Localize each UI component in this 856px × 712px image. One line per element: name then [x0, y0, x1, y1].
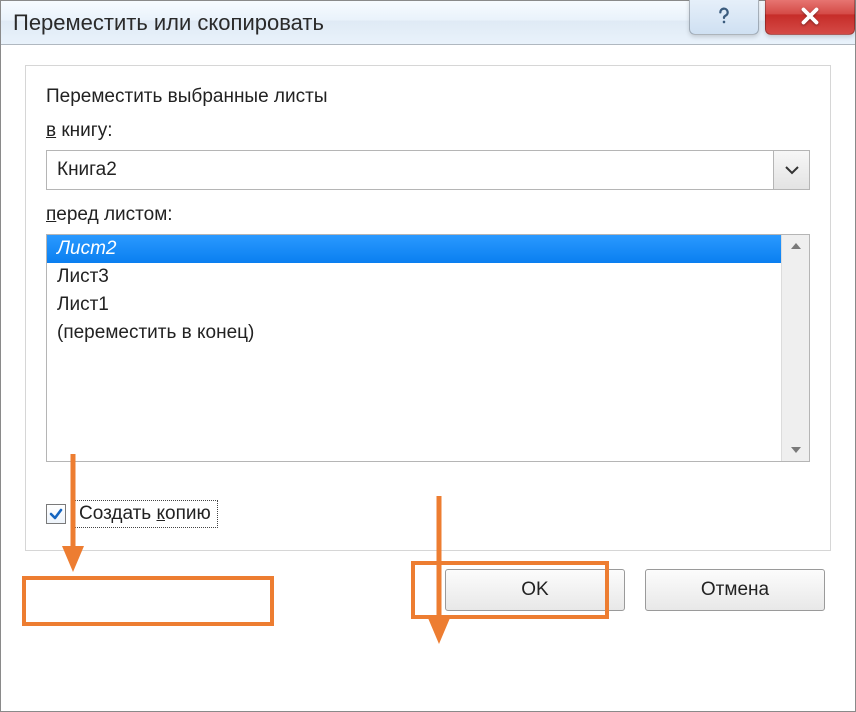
list-item[interactable]: Лист2	[47, 235, 781, 263]
book-dropdown-button[interactable]	[773, 151, 809, 189]
book-label-text: книгу:	[56, 120, 112, 141]
titlebar[interactable]: Переместить или скопировать	[1, 1, 855, 45]
copy-label-pre: Создать	[79, 503, 156, 524]
scroll-up-icon	[790, 241, 802, 251]
copy-checkbox-row: Создать копию	[46, 500, 810, 528]
list-item[interactable]: Лист3	[47, 263, 781, 291]
scroll-down-icon	[790, 445, 802, 455]
help-icon	[713, 5, 735, 27]
content-outer: Переместить выбранные листы в книгу: Кни…	[1, 45, 855, 635]
scrollbar[interactable]	[781, 235, 809, 461]
sheet-label-accel: п	[46, 204, 56, 225]
copy-checkbox[interactable]	[46, 504, 66, 524]
ok-button[interactable]: OK	[445, 569, 625, 611]
help-button[interactable]	[689, 0, 759, 35]
check-icon	[48, 506, 64, 522]
list-item[interactable]: Лист1	[47, 291, 781, 319]
copy-checkbox-label[interactable]: Создать копию	[72, 500, 218, 528]
book-dropdown[interactable]: Книга2	[46, 150, 810, 190]
close-icon	[797, 3, 823, 29]
dialog-window: Переместить или скопировать Переместить …	[0, 0, 856, 712]
close-button[interactable]	[765, 0, 855, 35]
sheet-listbox-items: Лист2Лист3Лист1(переместить в конец)	[47, 235, 781, 461]
book-dropdown-value: Книга2	[47, 159, 773, 181]
copy-label-post: опию	[165, 503, 211, 524]
instruction-label: Переместить выбранные листы	[46, 86, 810, 108]
content-panel: Переместить выбранные листы в книгу: Кни…	[25, 65, 831, 551]
sheet-listbox[interactable]: Лист2Лист3Лист1(переместить в конец)	[46, 234, 810, 462]
dialog-buttons: OK Отмена	[25, 569, 831, 611]
titlebar-buttons	[689, 0, 855, 35]
cancel-button[interactable]: Отмена	[645, 569, 825, 611]
chevron-down-icon	[785, 165, 799, 175]
sheet-label: перед листом:	[46, 204, 810, 226]
book-label-accel: в	[46, 120, 56, 141]
dialog-title: Переместить или скопировать	[13, 10, 324, 36]
book-label: в книгу:	[46, 120, 810, 142]
sheet-label-text: еред листом:	[56, 204, 172, 225]
list-item[interactable]: (переместить в конец)	[47, 319, 781, 347]
copy-label-accel: к	[156, 503, 165, 524]
